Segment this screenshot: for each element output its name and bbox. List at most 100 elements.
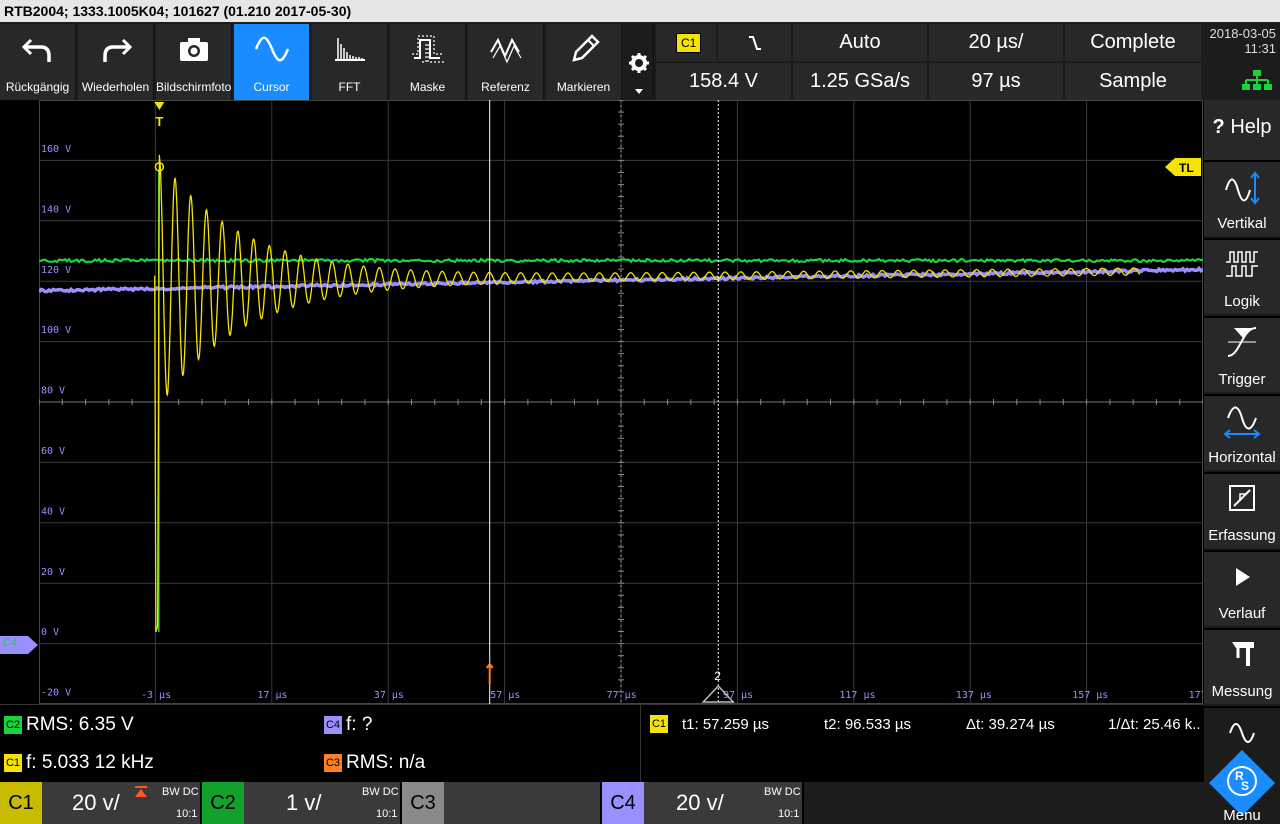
meas-c1-tag: C1: [4, 754, 22, 772]
trigger-mode[interactable]: Auto: [793, 24, 927, 61]
mask-button[interactable]: Maske: [390, 24, 466, 100]
channel-c4-bw: BW DC: [764, 786, 801, 798]
help-text-wrap: ? Help: [1213, 116, 1272, 139]
cursor-source-tag: C1: [650, 715, 668, 733]
meas-c3-tag: C3: [324, 754, 342, 772]
trigger-source-badge: C1: [676, 33, 701, 53]
channel-c1-scale: 20 v/: [72, 790, 120, 816]
timebase[interactable]: 20 µs/: [929, 24, 1063, 61]
menu-button[interactable]: RS Menu: [1204, 706, 1280, 824]
channel-c1-probe: 10:1: [176, 808, 197, 820]
channel-c1[interactable]: C1 20 v/ BW DC 10:1: [0, 782, 200, 824]
x-axis-label: 77 µs: [607, 690, 637, 701]
camera-icon: [177, 32, 211, 66]
trigger-source[interactable]: C1: [656, 24, 716, 61]
x-axis-label: 17 µs: [257, 690, 287, 701]
trigger-level[interactable]: 158.4 V: [656, 63, 791, 100]
meas-divider: [640, 705, 641, 782]
acquire-button[interactable]: Erfassung: [1204, 472, 1280, 548]
cursor-button[interactable]: Cursor: [234, 24, 310, 100]
channel-c3-name: C3: [402, 782, 444, 824]
clock: 2018-03-05 11:31: [1204, 24, 1280, 100]
y-axis-label: 100 V: [41, 325, 71, 336]
logic-button[interactable]: Logik: [1204, 238, 1280, 314]
help-label: Help: [1230, 116, 1271, 138]
measure-button[interactable]: Messung: [1204, 628, 1280, 704]
x-axis-label: 137 µs: [956, 690, 992, 701]
undo-button[interactable]: Rückgängig: [0, 24, 76, 100]
channel-c2-bw: BW DC: [362, 786, 399, 798]
cursor-inverse-delta-t: 1/Δt: 25.46 k..: [1108, 716, 1202, 733]
logic-label: Logik: [1204, 293, 1280, 310]
vertical-button[interactable]: Vertikal: [1204, 160, 1280, 236]
meas-c3-rms[interactable]: C3 RMS: n/a: [324, 752, 425, 774]
pencil-icon: [566, 32, 602, 66]
trigger-button[interactable]: Trigger: [1204, 316, 1280, 392]
svg-text:S: S: [1241, 779, 1249, 793]
waveform-display[interactable]: 160 V 140 V 120 V 100 V 80 V 60 V 40 V 20 V 0 V -…: [39, 100, 1203, 704]
horizontal-position[interactable]: 97 µs: [929, 63, 1063, 100]
history-label: Verlauf: [1204, 605, 1280, 622]
channel-c2-scale: 1 v/: [286, 790, 321, 816]
cursor-2-label: 2: [714, 669, 721, 683]
annotate-button[interactable]: Markieren: [546, 24, 622, 100]
trigger-slope[interactable]: [718, 24, 791, 61]
screenshot-button[interactable]: Bildschirmfoto: [156, 24, 232, 100]
meas-c1-text: f: 5.033 12 kHz: [26, 752, 154, 774]
fft-button[interactable]: FFT: [312, 24, 388, 100]
meas-c2-text: RMS: 6.35 V: [26, 714, 134, 736]
toolbar-settings-button[interactable]: [624, 24, 654, 100]
trigger-label: Trigger: [1204, 371, 1280, 388]
y-axis-label: 60 V: [41, 446, 65, 457]
x-axis-label: 117 µs: [839, 690, 875, 701]
menu-wave-icon: [1227, 718, 1257, 748]
cursor-wave-icon: [254, 32, 290, 66]
reference-button[interactable]: Referenz: [468, 24, 544, 100]
acquisition-state[interactable]: Complete: [1065, 24, 1201, 61]
cursor-t1: t1: 57.259 µs: [682, 716, 769, 733]
redo-button[interactable]: Wiederholen: [78, 24, 154, 100]
y-axis-label: 40 V: [41, 506, 65, 517]
c4-marker-label: C4: [3, 637, 17, 649]
channel-c4-name: C4: [602, 782, 644, 824]
gear-icon: [628, 52, 650, 74]
redo-icon: [99, 32, 133, 66]
reference-wave-icon: [488, 32, 524, 66]
vertical-wave-icon: [1222, 168, 1262, 208]
x-axis-label: 57 µs: [490, 690, 520, 701]
cursor-delta-t: Δt: 39.274 µs: [966, 716, 1055, 733]
help-button[interactable]: ? Help: [1204, 100, 1280, 160]
logic-icon: [1224, 248, 1260, 280]
x-axis-label: 157 µs: [1072, 690, 1108, 701]
channel-c1-name: C1: [0, 782, 42, 824]
cursor-label: Cursor: [234, 80, 309, 94]
meas-c2-rms[interactable]: C2 RMS: 6.35 V: [4, 714, 134, 736]
redo-label: Wiederholen: [78, 80, 153, 94]
time: 11:31: [1204, 41, 1280, 56]
meas-c4-tag: C4: [324, 716, 342, 734]
c4-offset-marker[interactable]: C4: [0, 636, 38, 654]
undo-label: Rückgängig: [0, 80, 75, 94]
horizontal-label: Horizontal: [1204, 449, 1280, 466]
cursor-source: C1: [650, 714, 668, 733]
y-axis-label: 160 V: [41, 144, 71, 155]
cursor-t2: t2: 96.533 µs: [824, 716, 911, 733]
horizontal-button[interactable]: Horizontal: [1204, 394, 1280, 470]
meas-c4-freq[interactable]: C4 f: ?: [324, 714, 372, 736]
channel-c1-bw: BW DC: [162, 786, 199, 798]
x-axis-label: 177 µs: [1189, 690, 1203, 701]
acquisition-mode[interactable]: Sample: [1065, 63, 1201, 100]
meas-c1-freq[interactable]: C1 f: 5.033 12 kHz: [4, 752, 154, 774]
trigger-marker-label: T: [155, 114, 163, 129]
annotate-label: Markieren: [546, 80, 621, 94]
history-button[interactable]: Verlauf: [1204, 550, 1280, 626]
channel-c4[interactable]: C4 20 v/ BW DC 10:1: [602, 782, 802, 824]
undo-icon: [21, 32, 55, 66]
channel-c2-probe: 10:1: [376, 808, 397, 820]
fft-label: FFT: [312, 80, 387, 94]
channel-bar-empty: [804, 782, 1204, 824]
channel-c2[interactable]: C2 1 v/ BW DC 10:1: [202, 782, 400, 824]
fft-spectrum-icon: [332, 32, 368, 66]
channel-c3[interactable]: C3: [402, 782, 600, 824]
x-axis-label: 37 µs: [374, 690, 404, 701]
